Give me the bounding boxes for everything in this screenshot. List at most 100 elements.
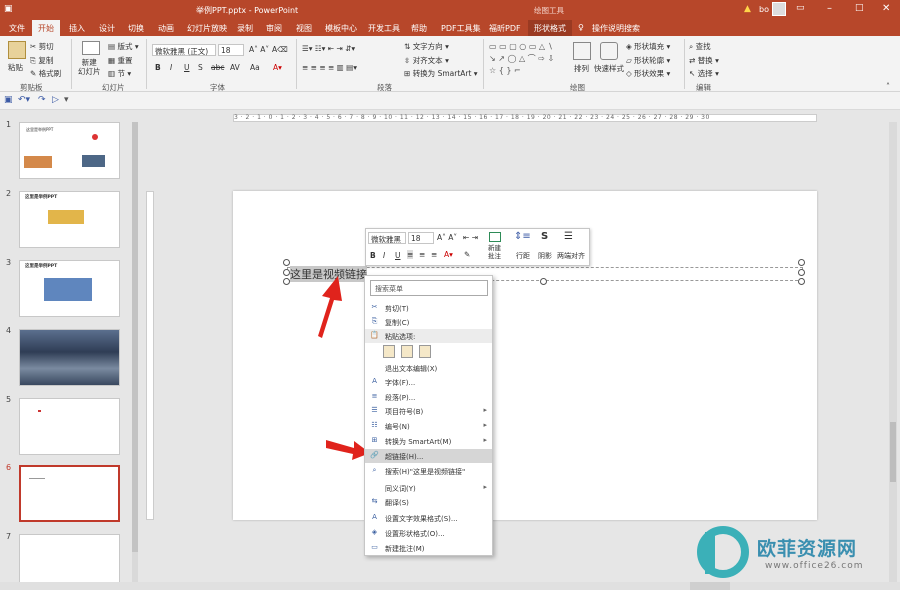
mini-align-center[interactable]: ≡: [419, 250, 425, 259]
replace-button[interactable]: ⇄ 替换 ▾: [689, 55, 719, 66]
font-size-box[interactable]: 18: [218, 44, 244, 56]
new-comment-button[interactable]: 新建 批注: [488, 244, 501, 260]
menu-item-copy[interactable]: ⎘ 复制(C): [365, 315, 492, 329]
tab-developer[interactable]: 开发工具: [368, 23, 400, 34]
mini-size-box[interactable]: 18: [408, 232, 434, 244]
menu-item-synonyms[interactable]: 同义词(Y) ▸: [365, 481, 492, 495]
slide-thumbnail-2[interactable]: 这里是举例PPT: [19, 191, 120, 248]
menu-item-search[interactable]: ⌕ 搜索(H)"这里是视频链接": [365, 464, 492, 478]
menu-item-paragraph[interactable]: ≡ 段落(P)...: [365, 390, 492, 404]
tab-review[interactable]: 审阅: [266, 23, 282, 34]
tab-file[interactable]: 文件: [9, 23, 25, 34]
mini-underline[interactable]: U: [395, 251, 401, 260]
menu-item-cut[interactable]: ✂ 剪切(T): [365, 301, 492, 315]
new-slide-icon[interactable]: [82, 41, 100, 55]
paste-keep-formatting-icon[interactable]: [383, 345, 395, 358]
case-button[interactable]: Aa: [250, 63, 260, 72]
tell-me-search[interactable]: 操作说明搜索: [592, 23, 640, 34]
save-icon[interactable]: ▣: [4, 95, 13, 105]
mini-italic[interactable]: I: [383, 251, 385, 260]
menu-search-input[interactable]: 搜索菜单: [370, 280, 488, 296]
mini-font-box[interactable]: 微软雅黑: [368, 232, 406, 244]
font-grow-shrink[interactable]: A˄ A˅: [249, 45, 269, 54]
menu-item-text-effects[interactable]: A 设置文字效果格式(S)...: [365, 511, 492, 525]
redo-icon[interactable]: ↷: [38, 95, 46, 105]
mini-font-color[interactable]: A▾: [444, 250, 453, 259]
mini-bold[interactable]: B: [370, 251, 376, 260]
italic-button[interactable]: I: [170, 63, 172, 72]
collapse-ribbon-icon[interactable]: ˄: [886, 82, 890, 91]
underline-button[interactable]: U: [184, 63, 190, 72]
tab-pdf-tools[interactable]: PDF工具集: [441, 23, 481, 34]
menu-item-new-comment[interactable]: ▭ 新建批注(M): [365, 541, 492, 555]
slideshow-icon[interactable]: ▷: [52, 95, 59, 105]
tab-foxit-pdf[interactable]: 福昕PDF: [489, 23, 521, 34]
tab-record[interactable]: 录制: [237, 23, 253, 34]
line-spacing-button[interactable]: 行距: [516, 251, 530, 261]
customize-qat-icon[interactable]: ▾: [64, 95, 69, 105]
shape-effects-button[interactable]: ◇ 形状效果 ▾: [626, 68, 670, 79]
section-button[interactable]: ▥ 节 ▾: [108, 68, 131, 79]
shadow-button[interactable]: S: [198, 63, 203, 72]
smartart-button[interactable]: ⊞ 转换为 SmartArt ▾: [404, 68, 478, 79]
tab-transitions[interactable]: 切换: [128, 23, 144, 34]
mini-painter[interactable]: ✎: [464, 250, 470, 259]
spacing-button[interactable]: AV: [230, 63, 240, 72]
warning-icon[interactable]: ▲: [744, 4, 751, 14]
resize-handle[interactable]: [798, 259, 805, 266]
slide-thumbnail-1[interactable]: 这里是举例PPT: [19, 122, 120, 179]
editor-scrollbar[interactable]: [889, 122, 897, 582]
menu-item-exit-edit[interactable]: 退出文本编辑(X): [365, 361, 492, 375]
justify-button[interactable]: 两端对齐: [557, 251, 585, 261]
tab-design[interactable]: 设计: [99, 23, 115, 34]
paste-icon[interactable]: [8, 41, 26, 59]
mini-align-left[interactable]: ≡: [407, 250, 414, 259]
save-icon[interactable]: ▣: [4, 4, 13, 14]
slide-thumbnail-3[interactable]: 这里是举例PPT: [19, 260, 120, 317]
arrange-button[interactable]: 排列: [574, 63, 589, 74]
select-button[interactable]: ↖ 选择 ▾: [689, 68, 719, 79]
slide-thumbnail-5[interactable]: [19, 398, 120, 455]
quick-styles-button[interactable]: 快速样式: [594, 63, 624, 74]
paste-picture-icon[interactable]: [401, 345, 413, 358]
tab-view[interactable]: 视图: [296, 23, 312, 34]
paste-text-only-icon[interactable]: [419, 345, 431, 358]
tab-home[interactable]: 开始: [32, 20, 60, 36]
resize-handle[interactable]: [283, 259, 290, 266]
format-painter-button[interactable]: ✎ 格式刷: [30, 68, 61, 79]
clear-format-icon[interactable]: A⌫: [272, 45, 288, 54]
align-text-button[interactable]: ⇳ 对齐文本 ▾: [404, 55, 449, 66]
copy-button[interactable]: ⎘ 复制: [30, 55, 53, 66]
menu-item-bullets[interactable]: ☰ 项目符号(B) ▸: [365, 404, 492, 418]
cut-button[interactable]: ✂ 剪切: [30, 41, 54, 52]
menu-item-translate[interactable]: ⇆ 翻译(S): [365, 495, 492, 509]
menu-item-hyperlink[interactable]: 🔗 超链接(H)...: [365, 449, 492, 463]
resize-handle[interactable]: [283, 278, 290, 285]
reset-button[interactable]: ▦ 重置: [108, 55, 132, 66]
paste-button[interactable]: 粘贴: [8, 62, 23, 73]
tab-shape-format[interactable]: 形状格式: [528, 20, 572, 36]
list-buttons[interactable]: ☰▾ ☷▾ ⇤ ⇥ ⇵▾: [302, 44, 355, 53]
avatar[interactable]: [772, 2, 786, 16]
scrollbar-thumb[interactable]: [890, 422, 896, 482]
tab-template-center[interactable]: 模板中心: [325, 23, 357, 34]
shape-gallery[interactable]: ▭ ▭ ▢ ○ ▭ △ ∖ ↘ ↗ ◯ △ ⌒ ⇨ ⇩ ☆ { } ⌐: [489, 41, 561, 79]
tab-slideshow[interactable]: 幻灯片放映: [187, 23, 227, 34]
menu-item-smartart[interactable]: ⊞ 转换为 SmartArt(M) ▸: [365, 434, 492, 448]
alignment-buttons[interactable]: ≡ ≡ ≡ ≡ ▥ ▤▾: [302, 63, 357, 72]
mini-align-right[interactable]: ≡: [431, 250, 437, 259]
mini-indent-buttons[interactable]: ⇤ ⇥: [463, 233, 478, 242]
text-direction-button[interactable]: ⇅ 文字方向 ▾: [404, 41, 449, 52]
font-name-box[interactable]: 微软雅黑 (正文): [152, 44, 216, 56]
shape-outline-button[interactable]: ▱ 形状轮廓 ▾: [626, 55, 670, 66]
tab-animations[interactable]: 动画: [158, 23, 174, 34]
menu-item-numbering[interactable]: ☷ 编号(N) ▸: [365, 419, 492, 433]
close-icon[interactable]: ✕: [882, 3, 890, 14]
tab-help[interactable]: 帮助: [411, 23, 427, 34]
find-button[interactable]: ⌕ 查找: [689, 41, 711, 52]
bold-button[interactable]: B: [155, 63, 161, 72]
resize-handle[interactable]: [283, 269, 290, 276]
scrollbar-thumb[interactable]: [132, 122, 138, 552]
shape-fill-button[interactable]: ◈ 形状填充 ▾: [626, 41, 670, 52]
ribbon-options-icon[interactable]: ▭: [796, 3, 805, 13]
